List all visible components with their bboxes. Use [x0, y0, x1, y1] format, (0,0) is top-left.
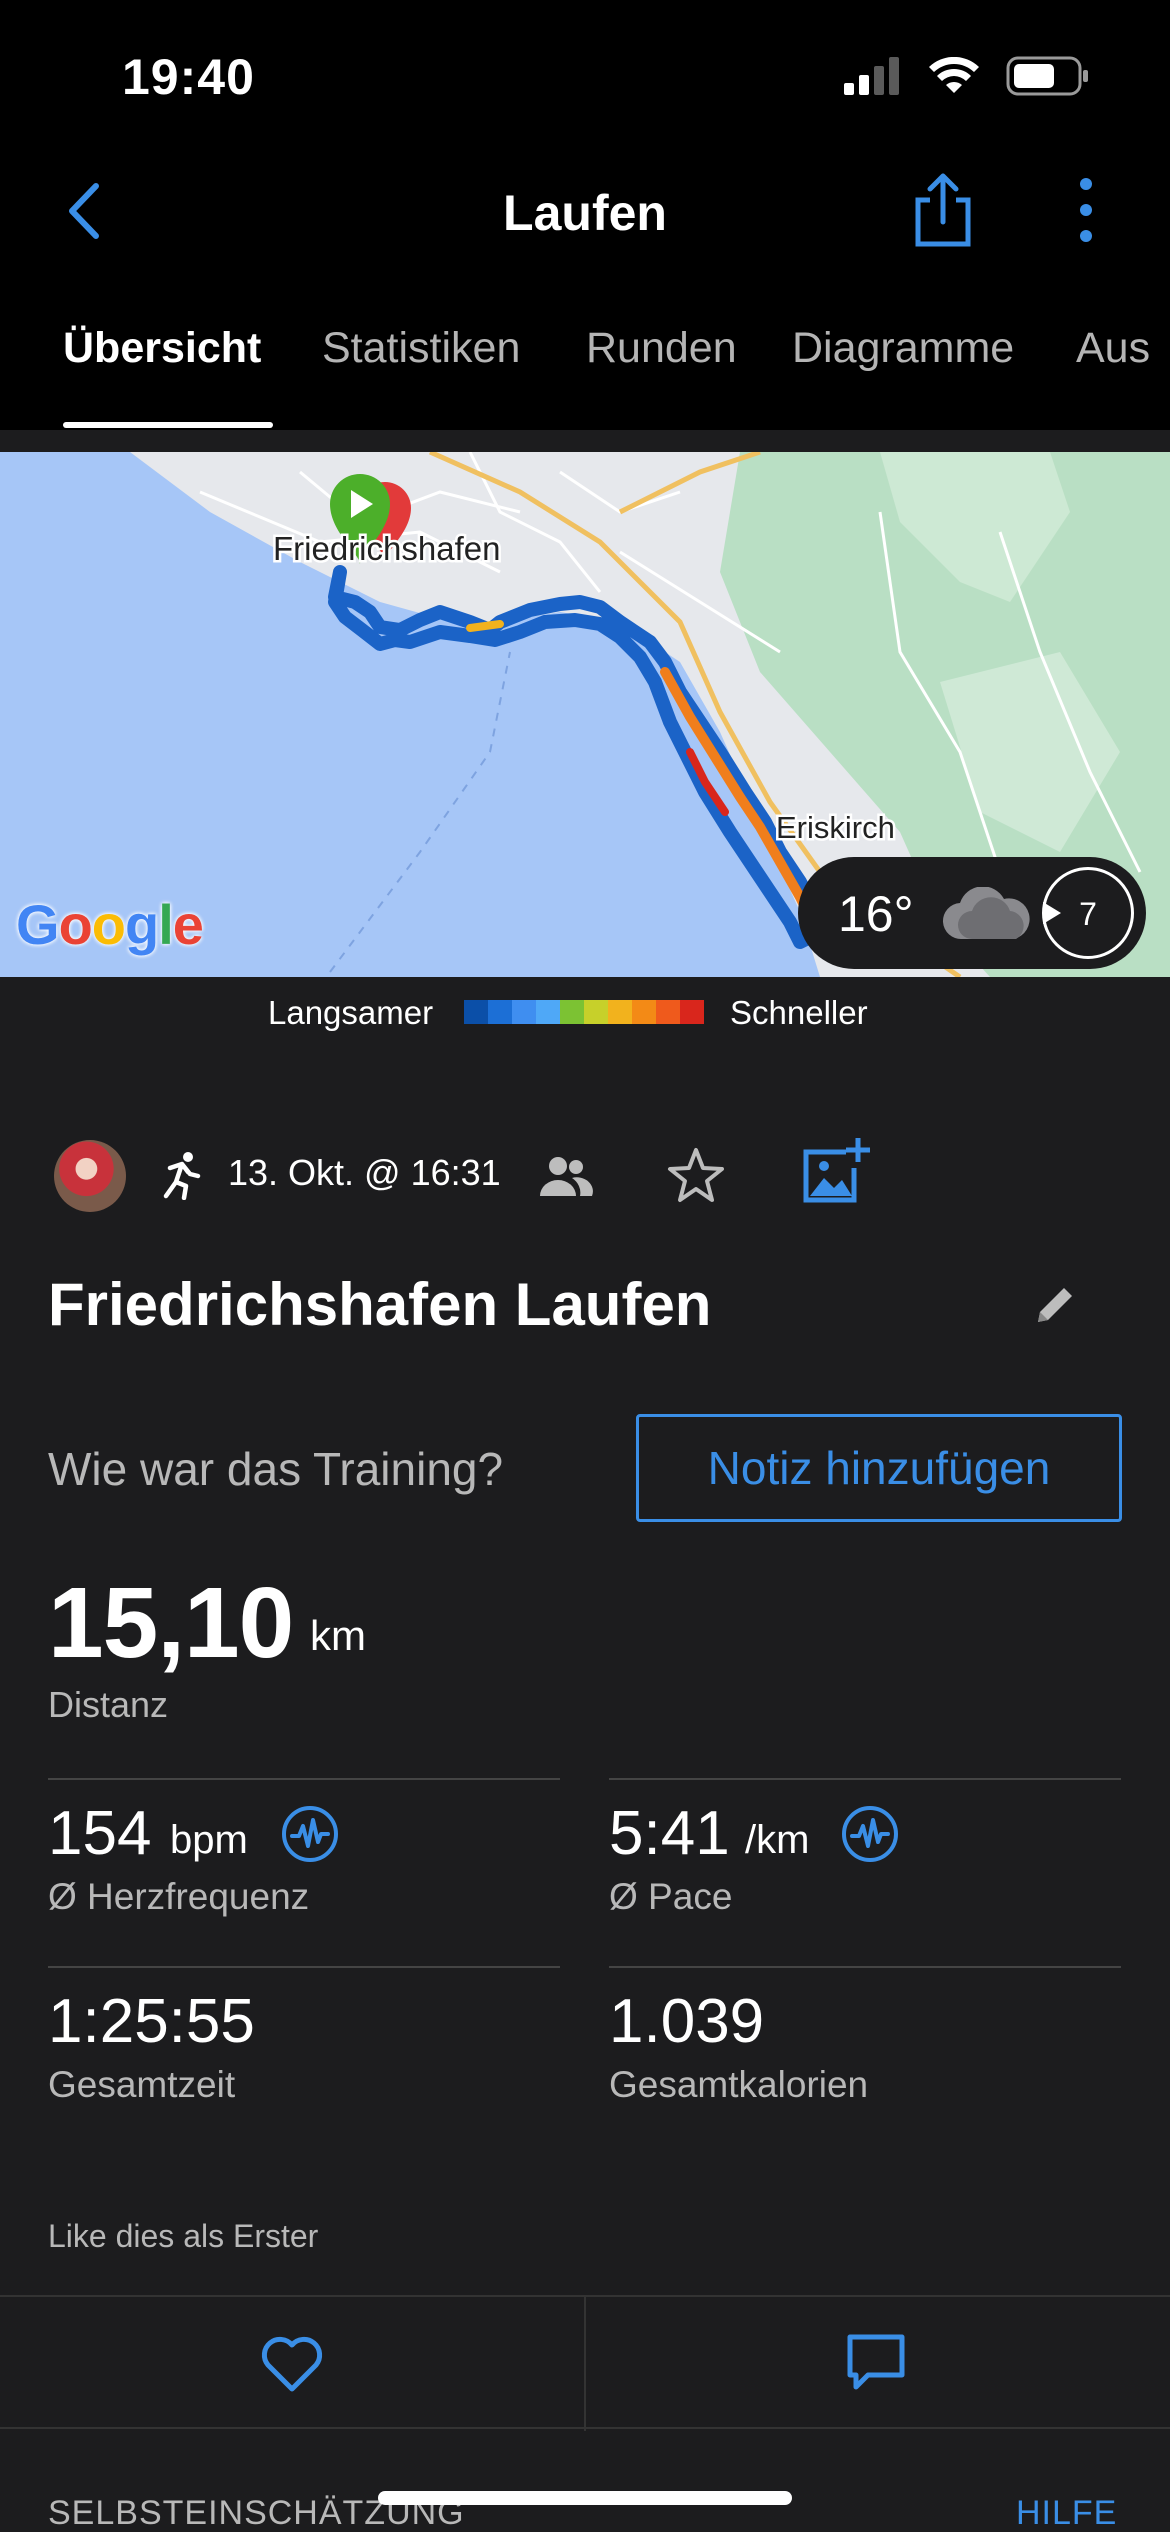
wind-speed: 7	[1079, 896, 1097, 932]
tab-uebersicht[interactable]: Übersicht	[63, 324, 261, 373]
tab-aus[interactable]: Aus	[1076, 324, 1150, 373]
pace-color-swatch	[608, 1000, 632, 1024]
legend-fast-label: Schneller	[730, 994, 868, 1031]
share-icon[interactable]	[908, 170, 978, 250]
legend-slow-label: Langsamer	[268, 994, 434, 1031]
divider	[609, 1778, 1121, 1780]
weather-widget[interactable]: 16° 7	[798, 857, 1146, 969]
people-icon[interactable]	[538, 1154, 594, 1198]
tab-diagramme[interactable]: Diagramme	[792, 324, 1014, 373]
google-logo: Google	[16, 893, 204, 956]
distance-unit: km	[310, 1612, 366, 1659]
pace-color-swatch	[488, 1000, 512, 1024]
distance-label: Distanz	[48, 1684, 169, 1725]
pace-unit: /km	[745, 1818, 810, 1862]
comment-icon[interactable]	[844, 2331, 908, 2395]
cellular-signal-icon	[844, 57, 899, 95]
help-link[interactable]: HILFE	[1016, 2494, 1117, 2532]
divider	[48, 1966, 560, 1968]
calories-label: Gesamtkalorien	[609, 2064, 869, 2105]
pace-value: 5:41	[609, 1799, 730, 1868]
route-map[interactable]: Friedrichshafen Eriskirch Google 16° 7	[0, 452, 1170, 977]
heart-rate-unit: bpm	[170, 1818, 248, 1862]
training-feedback-prompt: Wie war das Training?	[48, 1443, 504, 1495]
pace-color-swatch	[560, 1000, 584, 1024]
distance-value: 15,10	[48, 1567, 294, 1679]
tab-runden[interactable]: Runden	[586, 324, 737, 373]
more-options-icon[interactable]	[1066, 172, 1106, 248]
wifi-icon	[929, 57, 979, 93]
activity-meta-row: 13. Okt. @ 16:31	[0, 1130, 1170, 1220]
map-label-friedrichshafen: Friedrichshafen	[273, 530, 500, 567]
pace-color-swatch	[536, 1000, 560, 1024]
add-photo-icon[interactable]	[800, 1136, 870, 1206]
pace-color-scale	[464, 1000, 704, 1024]
map-label-eriskirch: Eriskirch	[776, 810, 895, 845]
home-indicator	[378, 2491, 792, 2505]
like-prompt: Like dies als Erster	[48, 2218, 319, 2254]
status-time: 19:40	[122, 49, 255, 105]
wind-indicator: 7	[1042, 867, 1134, 959]
heart-rate-label: Ø Herzfrequenz	[48, 1876, 310, 1917]
star-icon[interactable]	[664, 1144, 728, 1208]
pace-label: Ø Pace	[609, 1876, 733, 1917]
battery-icon	[1006, 56, 1088, 96]
cloud-icon	[942, 887, 1030, 940]
tab-statistiken[interactable]: Statistiken	[322, 324, 520, 373]
pace-color-swatch	[680, 1000, 704, 1024]
calories-value: 1.039	[609, 1987, 765, 2056]
add-note-button[interactable]: Notiz hinzufügen	[636, 1414, 1122, 1522]
pace-color-swatch	[512, 1000, 536, 1024]
status-bar: 19:40	[0, 0, 1170, 140]
pace-color-swatch	[464, 1000, 488, 1024]
weather-temperature: 16°	[838, 886, 914, 942]
page-title: Laufen	[503, 185, 667, 241]
total-time-label: Gesamtzeit	[48, 2064, 236, 2105]
avatar[interactable]	[54, 1140, 126, 1212]
divider	[609, 1966, 1121, 1968]
active-tab-indicator	[63, 422, 273, 428]
heart-rate-value: 154	[48, 1799, 152, 1868]
pace-color-swatch	[656, 1000, 680, 1024]
activity-title: Friedrichshafen Laufen	[48, 1271, 712, 1338]
activity-date: 13. Okt. @ 16:31	[228, 1152, 501, 1193]
running-icon	[163, 1152, 201, 1200]
pace-chart-icon[interactable]	[840, 1804, 900, 1864]
heart-rate-chart-icon[interactable]	[280, 1804, 340, 1864]
pace-color-swatch	[584, 1000, 608, 1024]
action-separator	[584, 2297, 586, 2431]
like-heart-icon[interactable]	[258, 2333, 326, 2395]
social-action-bar	[0, 2295, 1170, 2431]
tab-bar: Übersicht Statistiken Runden Diagramme A…	[0, 280, 1170, 430]
pace-color-swatch	[632, 1000, 656, 1024]
edit-pencil-icon[interactable]	[1032, 1282, 1078, 1328]
pace-legend: Langsamer Schneller	[0, 990, 1170, 1040]
status-icons	[844, 56, 1090, 96]
divider	[48, 1778, 560, 1780]
total-time-value: 1:25:55	[48, 1987, 255, 2056]
nav-bar: Laufen	[0, 140, 1170, 280]
